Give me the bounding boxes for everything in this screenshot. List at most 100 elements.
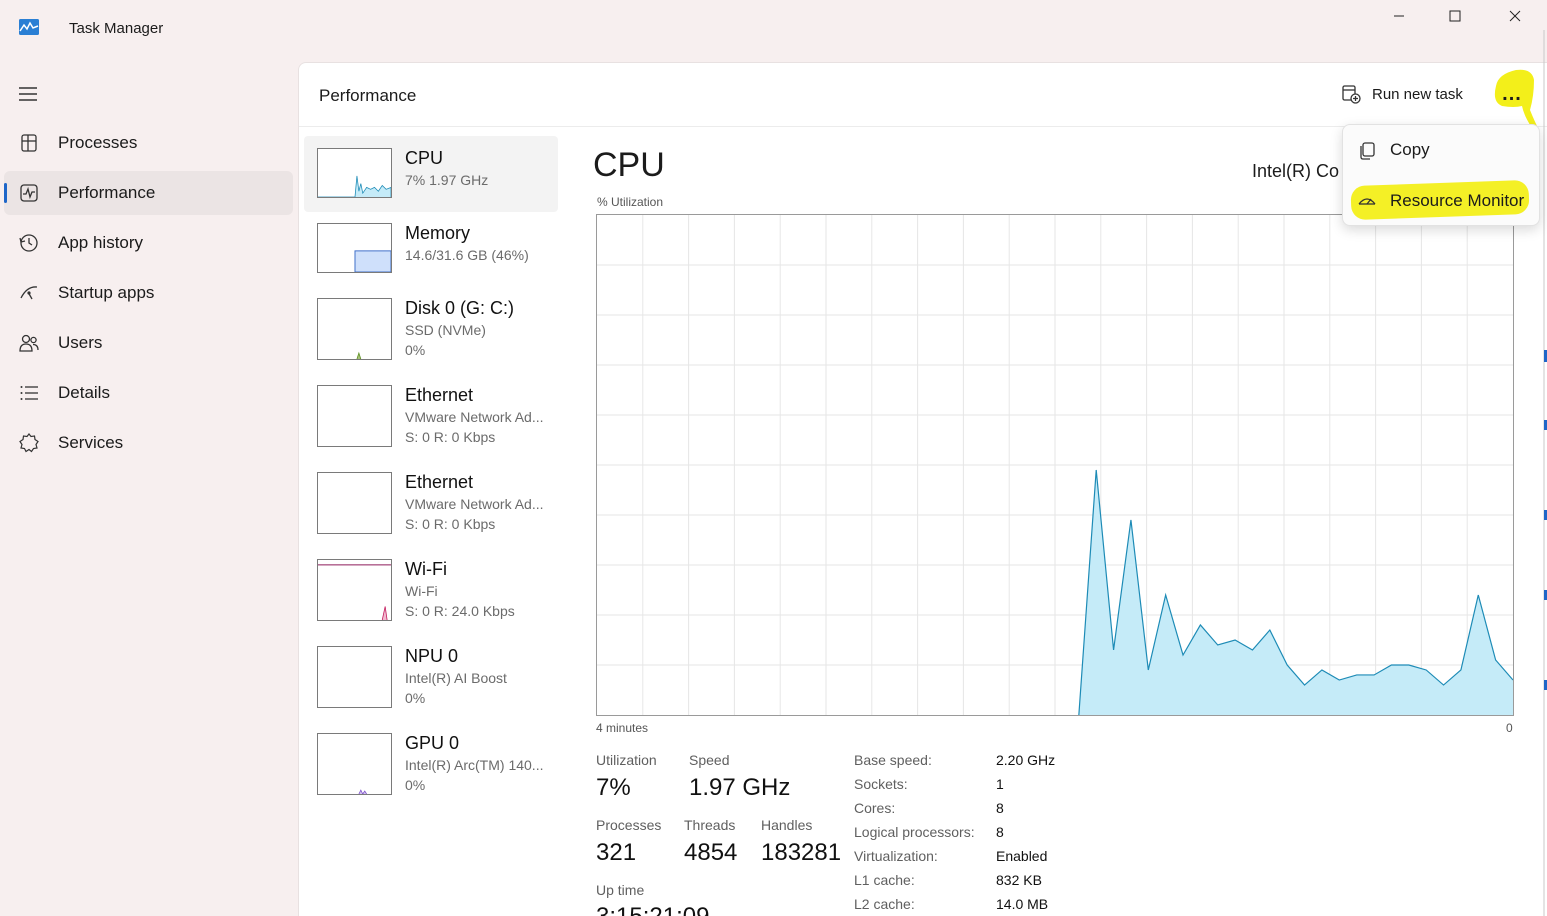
speed-value: 1.97 GHz xyxy=(689,774,791,801)
uptime-label: Up time xyxy=(596,882,645,898)
sidebar-item-performance[interactable]: Performance xyxy=(4,171,293,215)
spec-key: Logical processors: xyxy=(854,824,975,840)
sidebar-item-label: Startup apps xyxy=(58,283,155,302)
utilization-label: Utilization xyxy=(596,752,657,768)
spec-value: 2.20 GHz xyxy=(996,752,1056,768)
resource-monitor-icon xyxy=(1358,198,1376,205)
device-detail-2: S: 0 R: 24.0 Kbps xyxy=(405,603,515,619)
cpu-model-name: Intel(R) Co xyxy=(1252,161,1340,181)
active-indicator xyxy=(4,183,7,203)
startup-apps-icon xyxy=(20,286,38,300)
menu-item-label: Resource Monitor xyxy=(1390,191,1525,210)
app-history-icon xyxy=(19,234,38,252)
graph-grid xyxy=(597,215,1513,715)
users-icon xyxy=(19,334,39,352)
copy-icon xyxy=(1360,142,1375,160)
performance-icon xyxy=(20,184,38,202)
spec-value: 8 xyxy=(996,800,1004,816)
threads-label: Threads xyxy=(684,817,736,833)
sidebar-item-label: Services xyxy=(58,433,124,452)
run-task-icon xyxy=(1342,85,1361,104)
background-window-edge xyxy=(1543,30,1547,916)
device-detail-2: S: 0 R: 0 Kbps xyxy=(405,516,496,532)
npu-thumbnail xyxy=(317,646,392,708)
handles-label: Handles xyxy=(761,817,813,833)
device-item-npu[interactable]: NPU 0 Intel(R) AI Boost 0% xyxy=(304,634,558,710)
device-item-ethernet-1[interactable]: Ethernet VMware Network Ad... S: 0 R: 0 … xyxy=(304,373,558,449)
sidebar-item-users[interactable]: Users xyxy=(4,321,293,365)
sidebar-item-services[interactable]: Services xyxy=(4,421,293,465)
hamburger-menu-icon[interactable] xyxy=(16,84,40,104)
processes-icon xyxy=(21,134,37,152)
wifi-thumbnail xyxy=(317,559,392,621)
device-item-wifi[interactable]: Wi-Fi Wi-Fi S: 0 R: 24.0 Kbps xyxy=(304,547,558,623)
device-item-ethernet-2[interactable]: Ethernet VMware Network Ad... S: 0 R: 0 … xyxy=(304,460,558,536)
device-item-memory[interactable]: Memory 14.6/31.6 GB (46%) xyxy=(304,211,558,287)
device-item-gpu[interactable]: GPU 0 Intel(R) Arc(TM) 140... 0% xyxy=(304,721,558,797)
spec-value: Enabled xyxy=(996,848,1048,864)
gpu-thumbnail xyxy=(317,733,392,795)
cpu-thumbnail xyxy=(317,148,392,198)
threads-value: 4854 xyxy=(684,839,738,866)
device-detail-2: 0% xyxy=(405,342,426,358)
close-icon xyxy=(1509,10,1521,22)
run-new-task-button[interactable]: Run new task xyxy=(1340,80,1463,108)
processes-label: Processes xyxy=(596,817,662,833)
spec-key: L2 cache: xyxy=(854,896,915,912)
spec-value: 1 xyxy=(996,776,1004,792)
details-icon xyxy=(20,386,38,400)
device-name: Ethernet xyxy=(405,472,474,492)
device-detail: Wi-Fi xyxy=(405,583,438,599)
memory-thumbnail xyxy=(317,223,392,273)
processes-value: 321 xyxy=(596,839,637,866)
spec-key: L1 cache: xyxy=(854,872,915,888)
sidebar-item-details[interactable]: Details xyxy=(4,371,293,415)
more-options-button[interactable]: ... xyxy=(1494,80,1530,108)
spec-key: Base speed: xyxy=(854,752,932,768)
sidebar-item-app-history[interactable]: App history xyxy=(4,221,293,265)
maximize-button[interactable] xyxy=(1426,0,1484,32)
spec-value: 14.0 MB xyxy=(996,896,1049,912)
close-button[interactable] xyxy=(1486,0,1544,32)
ethernet-thumbnail xyxy=(317,385,392,447)
utilization-value: 7% xyxy=(596,774,631,801)
cpu-utilization-graph xyxy=(596,214,1514,716)
device-name: Wi-Fi xyxy=(405,559,447,579)
page-title: Performance xyxy=(319,86,417,105)
spec-key: Cores: xyxy=(854,800,896,816)
device-name: Disk 0 (G: C:) xyxy=(405,298,515,318)
menu-item-copy[interactable]: Copy xyxy=(1343,128,1539,172)
device-detail: Intel(R) AI Boost xyxy=(405,670,507,686)
disk-thumbnail xyxy=(317,298,392,360)
device-detail: VMware Network Ad... xyxy=(405,496,544,512)
device-detail: 7% 1.97 GHz xyxy=(405,172,489,188)
spec-key: Sockets: xyxy=(854,776,908,792)
sidebar-item-label: App history xyxy=(58,233,144,252)
sidebar-item-startup-apps[interactable]: Startup apps xyxy=(4,271,293,315)
device-detail-2: 0% xyxy=(405,777,426,793)
handles-value: 183281 xyxy=(761,839,842,866)
device-name: NPU 0 xyxy=(405,646,459,666)
cpu-heading: CPU xyxy=(593,146,665,184)
utilization-axis-label: % Utilization xyxy=(597,195,664,209)
device-detail: Intel(R) Arc(TM) 140... xyxy=(405,757,544,773)
spec-key: Virtualization: xyxy=(854,848,938,864)
device-detail: SSD (NVMe) xyxy=(405,322,486,338)
cpu-utilization-area xyxy=(1078,469,1513,715)
device-name: Ethernet xyxy=(405,385,474,405)
graph-time-end: 0 xyxy=(1506,721,1513,735)
sidebar-item-processes[interactable]: Processes xyxy=(4,121,293,165)
minimize-icon xyxy=(1394,15,1404,17)
maximize-icon xyxy=(1449,10,1461,22)
device-name: Memory xyxy=(405,223,471,243)
menu-item-resource-monitor[interactable]: Resource Monitor xyxy=(1343,179,1539,223)
menu-item-label: Copy xyxy=(1390,140,1430,159)
ethernet-thumbnail xyxy=(317,472,392,534)
minimize-button[interactable] xyxy=(1370,0,1428,32)
spec-value: 832 KB xyxy=(996,872,1042,888)
more-options-menu: Copy Resource Monitor xyxy=(1342,124,1540,226)
device-item-disk[interactable]: Disk 0 (G: C:) SSD (NVMe) 0% xyxy=(304,286,558,362)
device-item-cpu[interactable]: CPU 7% 1.97 GHz xyxy=(304,136,558,212)
device-detail: 14.6/31.6 GB (46%) xyxy=(405,247,529,263)
device-detail-2: S: 0 R: 0 Kbps xyxy=(405,429,496,445)
